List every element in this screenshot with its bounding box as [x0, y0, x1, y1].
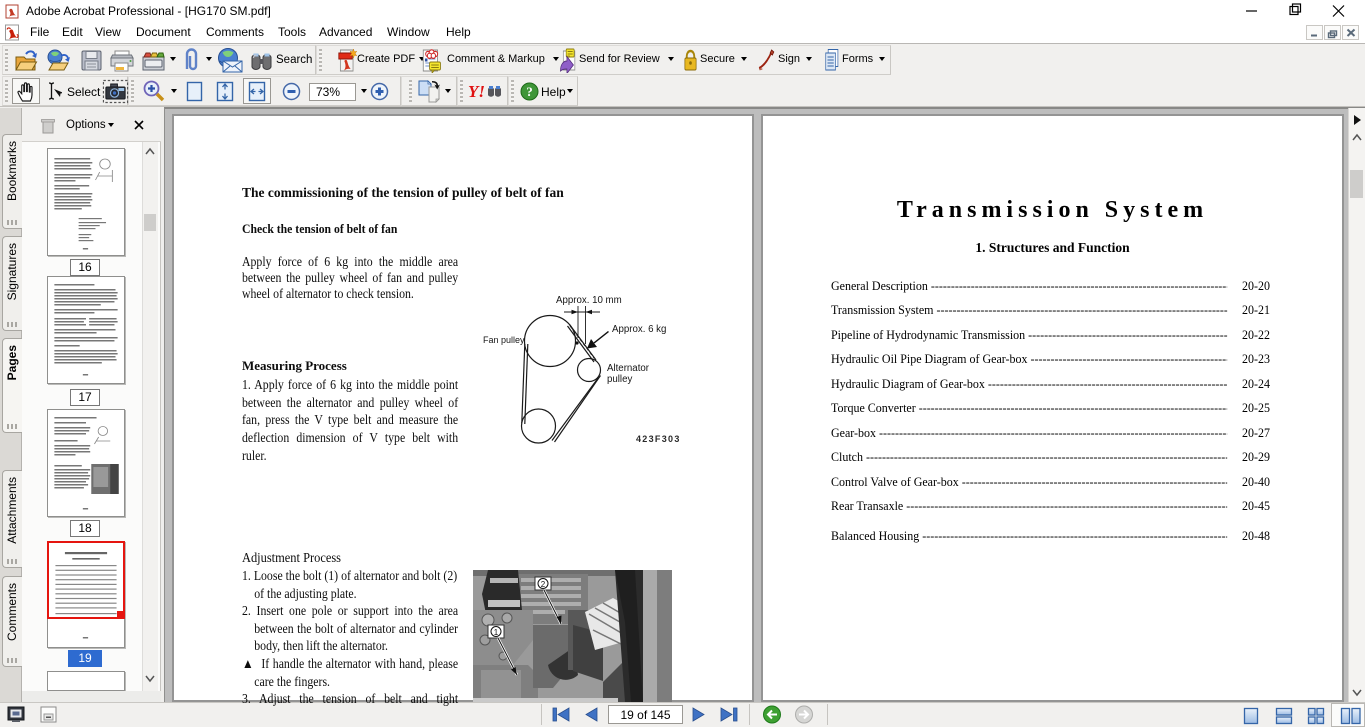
svg-text:Y!: Y!: [468, 82, 485, 101]
svg-text:Alternator: Alternator: [607, 363, 650, 374]
svg-text:pulley: pulley: [607, 374, 632, 385]
svg-text:Approx. 10 mm: Approx. 10 mm: [556, 295, 622, 306]
svg-text:Approx. 6 kg: Approx. 6 kg: [612, 324, 666, 335]
svg-text:423F303: 423F303: [636, 434, 681, 444]
svg-text:2: 2: [541, 580, 546, 589]
svg-text:?: ?: [526, 84, 533, 99]
svg-text:1: 1: [494, 628, 499, 637]
svg-text:Fan pulley: Fan pulley: [483, 335, 525, 345]
